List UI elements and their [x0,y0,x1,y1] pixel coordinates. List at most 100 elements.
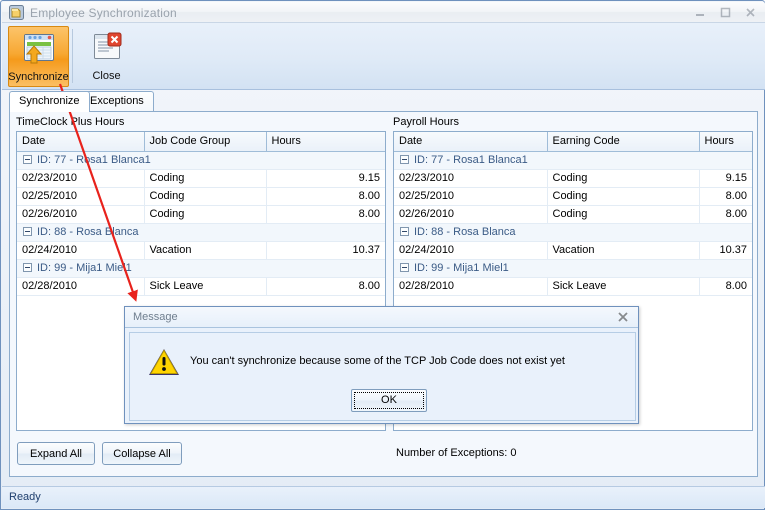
collapse-expander-icon[interactable] [23,155,32,164]
cell-hours: 10.37 [266,241,385,260]
minimize-button[interactable] [694,6,707,19]
table-row[interactable]: 02/28/2010 Sick Leave 8.00 [394,277,752,296]
synchronize-icon [21,30,57,69]
toolbar-button-close[interactable]: Close [76,26,137,87]
tab-synchronize[interactable]: Synchronize [9,91,90,112]
group-row[interactable]: ID: 99 - Mija1 Miel1 [394,259,752,278]
collapse-expander-icon[interactable] [400,227,409,236]
cell-date: 02/26/2010 [394,205,548,224]
table-row[interactable]: 02/25/2010 Coding 8.00 [17,187,385,206]
status-bar: Ready [2,486,765,508]
group-row[interactable]: ID: 99 - Mija1 Miel1 [17,259,385,278]
cell-hours: 8.00 [699,187,752,206]
application-icon [9,5,24,20]
left-grid-body: ID: 77 - Rosa1 Blanca1 02/23/2010 Coding… [17,151,385,296]
message-dialog: Message You can't synchronize because so… [124,306,639,424]
dialog-message: You can't synchronize because some of th… [190,355,565,367]
table-row[interactable]: 02/23/2010 Coding 9.15 [17,169,385,188]
maximize-button[interactable] [719,6,732,19]
focus-ring [354,392,424,409]
table-row[interactable]: 02/23/2010 Coding 9.15 [394,169,752,188]
expand-all-button[interactable]: Expand All [17,442,95,465]
window-controls [694,6,757,19]
group-row[interactable]: ID: 77 - Rosa1 Blanca1 [394,151,752,170]
right-grid-caption: Payroll Hours [393,116,460,128]
cell-earningcode: Vacation [547,241,700,260]
right-grid-col-earningcode[interactable]: Earning Code [547,132,700,152]
close-document-icon [89,29,125,68]
group-row-label: ID: 77 - Rosa1 Blanca1 [414,154,528,166]
group-row[interactable]: ID: 88 - Rosa Blanca [17,223,385,242]
warning-icon [148,347,180,377]
cell-jobcode: Coding [144,205,267,224]
right-grid-header-row: Date Earning Code Hours [394,132,752,152]
table-row[interactable]: 02/25/2010 Coding 8.00 [394,187,752,206]
collapse-expander-icon[interactable] [23,227,32,236]
cell-hours: 8.00 [266,277,385,296]
left-grid-col-date[interactable]: Date [17,132,145,152]
group-row-label: ID: 77 - Rosa1 Blanca1 [37,154,151,166]
group-row-label: ID: 99 - Mija1 Miel1 [414,262,509,274]
cell-date: 02/23/2010 [394,169,548,188]
cell-earningcode: Coding [547,187,700,206]
left-grid-caption: TimeClock Plus Hours [16,116,125,128]
cell-date: 02/25/2010 [394,187,548,206]
status-text: Ready [9,491,41,503]
group-row[interactable]: ID: 77 - Rosa1 Blanca1 [17,151,385,170]
group-row-label: ID: 88 - Rosa Blanca [37,226,139,238]
cell-jobcode-highlighted: Sick Leave [144,277,267,296]
close-icon[interactable] [616,310,630,324]
right-grid-body: ID: 77 - Rosa1 Blanca1 02/23/2010 Coding… [394,151,752,296]
toolbar-separator [72,29,73,83]
tab-exceptions[interactable]: Exceptions [80,91,154,112]
cell-date: 02/23/2010 [17,169,145,188]
dialog-title-bar: Message [125,307,638,328]
table-row[interactable]: 02/24/2010 Vacation 10.37 [394,241,752,260]
cell-hours: 9.15 [699,169,752,188]
cell-jobcode: Coding [144,187,267,206]
left-grid-header-row: Date Job Code Group Hours [17,132,385,152]
right-grid-col-date[interactable]: Date [394,132,548,152]
cell-date: 02/26/2010 [17,205,145,224]
cell-date: 02/28/2010 [394,277,548,296]
window-title: Employee Synchronization [30,6,177,20]
cell-hours: 8.00 [266,205,385,224]
cell-earningcode-highlighted: Sick Leave [547,277,700,296]
left-grid-table: Date Job Code Group Hours ID: 77 - Rosa1… [17,132,385,296]
cell-jobcode: Vacation [144,241,267,260]
cell-date: 02/24/2010 [17,241,145,260]
toolbar-button-synchronize[interactable]: Synchronize [8,26,69,87]
collapse-expander-icon[interactable] [400,155,409,164]
window-frame: Employee Synchronization Synchronize Clo… [0,0,765,510]
left-grid-col-jobcode[interactable]: Job Code Group [144,132,267,152]
group-row-label: ID: 99 - Mija1 Miel1 [37,262,132,274]
collapse-all-button[interactable]: Collapse All [102,442,182,465]
cell-jobcode: Coding [144,169,267,188]
collapse-expander-icon[interactable] [23,263,32,272]
collapse-expander-icon[interactable] [400,263,409,272]
left-grid-col-hours[interactable]: Hours [266,132,385,152]
cell-hours: 8.00 [266,187,385,206]
table-row[interactable]: 02/26/2010 Coding 8.00 [17,205,385,224]
tab-strip: Synchronize Exceptions [9,91,759,112]
table-row[interactable]: 02/28/2010 Sick Leave 8.00 [17,277,385,296]
table-row[interactable]: 02/26/2010 Coding 8.00 [394,205,752,224]
ok-button[interactable]: OK [351,389,427,412]
exceptions-count-label: Number of Exceptions: 0 [396,447,517,459]
cell-earningcode: Coding [547,205,700,224]
close-button[interactable] [744,6,757,19]
panel-bottom-bar: Expand All Collapse All Number of Except… [10,434,757,476]
cell-hours: 9.15 [266,169,385,188]
cell-date: 02/24/2010 [394,241,548,260]
cell-hours: 10.37 [699,241,752,260]
right-grid-col-hours[interactable]: Hours [699,132,752,152]
dialog-title: Message [133,311,178,323]
dialog-body: You can't synchronize because some of th… [129,332,636,421]
toolbar: Synchronize Close [2,23,765,90]
table-row[interactable]: 02/24/2010 Vacation 10.37 [17,241,385,260]
cell-earningcode: Coding [547,169,700,188]
application-window: Employee Synchronization Synchronize Clo… [0,0,765,514]
right-grid-table: Date Earning Code Hours ID: 77 - Rosa1 B… [394,132,752,296]
group-row[interactable]: ID: 88 - Rosa Blanca [394,223,752,242]
cell-date: 02/28/2010 [17,277,145,296]
